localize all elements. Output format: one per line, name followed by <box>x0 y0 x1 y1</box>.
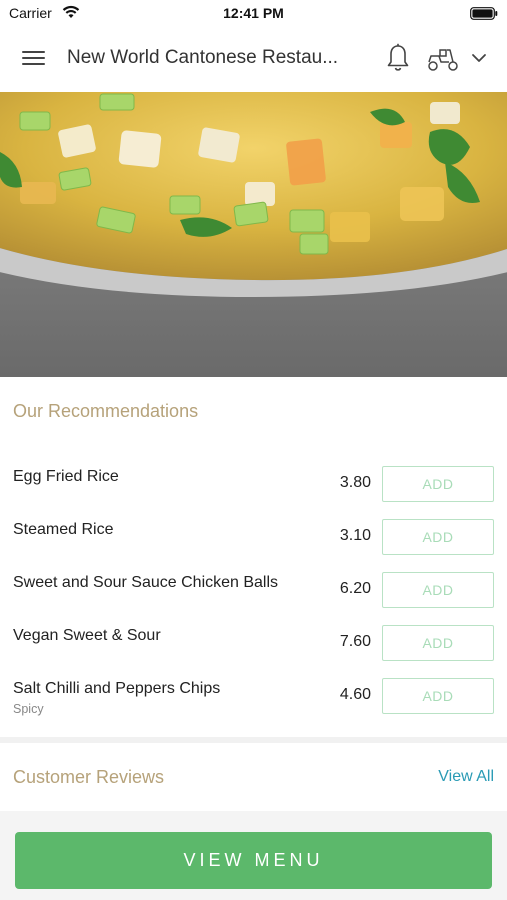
item-tag: Spicy <box>13 702 44 716</box>
add-button[interactable]: ADD <box>382 572 494 608</box>
item-name: Egg Fried Rice <box>13 468 119 485</box>
reviews-section: Customer Reviews View All <box>0 743 507 811</box>
item-name: Steamed Rice <box>13 521 114 538</box>
add-button[interactable]: ADD <box>382 678 494 714</box>
status-time: 12:41 PM <box>223 5 284 21</box>
item-price: 3.80 <box>339 474 371 491</box>
hamburger-menu-icon[interactable] <box>22 48 46 68</box>
item-name: Sweet and Sour Sauce Chicken Balls <box>13 574 279 591</box>
battery-icon <box>470 7 498 20</box>
menu-item[interactable]: Sweet and Sour Sauce Chicken Balls 6.20 … <box>0 572 507 627</box>
restaurant-title: New World Cantonese Restau... <box>67 47 339 68</box>
menu-item[interactable]: Egg Fried Rice 3.80 ADD <box>0 466 507 521</box>
delivery-scooter-icon[interactable] <box>427 46 459 72</box>
item-price: 3.10 <box>339 527 371 544</box>
status-bar: Carrier 12:41 PM <box>0 0 507 26</box>
reviews-title: Customer Reviews <box>13 767 165 787</box>
hero-food-image <box>0 92 507 377</box>
item-price: 7.60 <box>339 633 371 650</box>
add-button[interactable]: ADD <box>382 519 494 555</box>
item-name: Vegan Sweet & Sour <box>13 627 161 644</box>
notification-bell-icon[interactable] <box>386 43 410 73</box>
recommendations-title: Our Recommendations <box>13 401 199 421</box>
app-header: New World Cantonese Restau... <box>0 26 507 92</box>
item-name: Salt Chilli and Peppers Chips <box>13 680 221 697</box>
item-price: 6.20 <box>339 580 371 597</box>
soup-illustration <box>0 92 507 377</box>
add-button[interactable]: ADD <box>382 625 494 661</box>
menu-item[interactable]: Steamed Rice 3.10 ADD <box>0 519 507 574</box>
menu-item[interactable]: Salt Chilli and Peppers Chips Spicy 4.60… <box>0 678 507 733</box>
recommendations-section: Our Recommendations Egg Fried Rice 3.80 … <box>0 377 507 737</box>
view-menu-button[interactable]: VIEW MENU <box>15 832 492 889</box>
add-button[interactable]: ADD <box>382 466 494 502</box>
view-all-link[interactable]: View All <box>438 768 494 786</box>
item-price: 4.60 <box>339 686 371 703</box>
menu-item[interactable]: Vegan Sweet & Sour 7.60 ADD <box>0 625 507 680</box>
chevron-down-icon[interactable] <box>471 50 487 66</box>
